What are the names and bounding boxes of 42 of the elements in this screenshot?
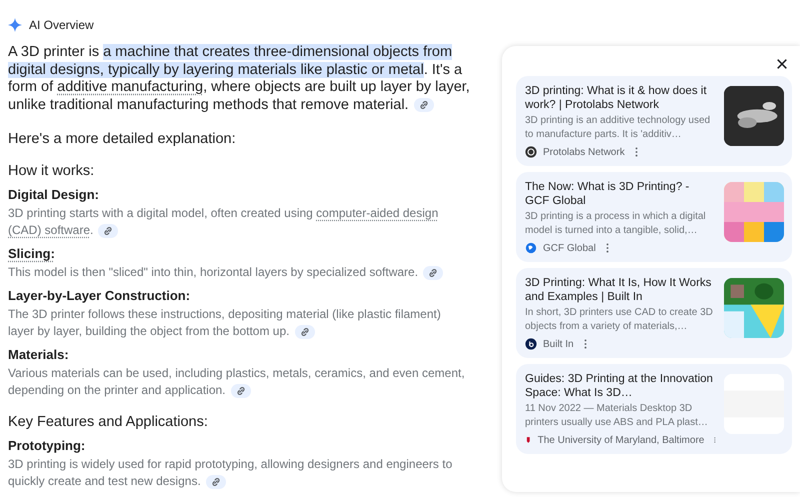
item-title: Slicing: [8, 245, 55, 262]
site-name[interactable]: GCF Global [543, 242, 596, 254]
intro-paragraph: A 3D printer is a machine that creates three-dimensional objects from digital designs, typically by layering materials like plastic or metal. It's a form of additive manufacturing, where objects are built up layer by layer, unlike traditional manufacturing methods that remove material. [8, 44, 470, 114]
source-snippet: 11 Nov 2022 — Materials Desktop 3D printers usually use ABS and PLA plast… [525, 402, 709, 430]
item-text: 3D printing starts with a digital model, often created using computer-aided design (CAD) software. [8, 205, 440, 239]
more-icon[interactable] [606, 243, 609, 253]
link-icon[interactable] [230, 384, 250, 398]
link-icon[interactable] [98, 224, 118, 238]
more-icon[interactable] [634, 147, 638, 157]
item-title: Digital Design: [8, 186, 100, 203]
link-icon[interactable] [414, 98, 434, 112]
site-name[interactable]: Built In [543, 338, 574, 350]
source-snippet: In short, 3D printers use CAD to create 3D objects from a variety of materials,… [525, 306, 714, 334]
close-icon[interactable] [776, 58, 788, 70]
item-title: Prototyping: [8, 437, 86, 454]
source-title[interactable]: Guides: 3D Printing at the Innovation Space: What Is 3D… [525, 372, 716, 400]
item-title: Layer-by-Layer Construction: [8, 287, 190, 304]
link-icon[interactable] [206, 474, 226, 489]
section-heading: How it works: [8, 162, 96, 180]
lead-text: Here's a more detailed explanation: [8, 130, 237, 148]
item-text: Various materials can be used, including plastics, metals, ceramics, and even cement, depending on the printer and application. [8, 365, 466, 399]
source-card[interactable]: Guides: 3D Printing at the Innovation Space: What Is 3D… 11 Nov 2022 — Materials Desktop 3D printers usually use ABS and PLA plast… The University of Maryland, Baltimore [516, 364, 792, 454]
item-text: 3D printing is widely used for rapid prototyping, allowing designers and engineers to quickly create and test new designs. [8, 456, 454, 490]
site-name[interactable]: The University of Maryland, Baltimore [538, 434, 704, 446]
source-snippet: 3D printing is a process in which a digital model is turned into a tangible, solid,… [525, 210, 707, 238]
source-title[interactable]: 3D Printing: What It Is, How It Works and Examples | Built In [525, 276, 716, 304]
item-text: This model is then "sliced" into thin, horizontal layers by specialized software. [8, 264, 470, 281]
source-snippet: 3D printing is an additive technology used to manufacture parts. It is 'additiv… [525, 114, 712, 142]
more-icon[interactable] [584, 339, 587, 349]
source-card[interactable]: 3D Printing: What It Is, How It Works and Examples | Built In In short, 3D printers use CAD to create 3D objects from a variety of materials,… Built In [516, 268, 792, 358]
source-title[interactable]: The Now: What is 3D Printing? - GCF Global [525, 180, 716, 208]
sparkle-icon [8, 18, 22, 32]
item-title: Materials: [8, 346, 69, 363]
source-title[interactable]: 3D printing: What is it & how does it work? | Protolabs Network [525, 84, 716, 112]
site-name[interactable]: Protolabs Network [543, 146, 625, 158]
source-card[interactable]: The Now: What is 3D Printing? - GCF Global 3D printing is a process in which a digital model is turned into a tangible, solid,… GCF Global [516, 172, 792, 262]
link-icon[interactable] [294, 324, 314, 339]
section-heading: Key Features and Applications: [8, 413, 209, 431]
item-text: The 3D printer follows these instructions, depositing material (like plastic filament) layer by layer, building the object from the bottom up. [8, 306, 442, 340]
link-icon[interactable] [423, 266, 444, 280]
source-card[interactable]: 3D printing: What is it & how does it work? | Protolabs Network 3D printing is an additive technology used to manufacture parts. It is 'additiv… Protolabs Network [516, 76, 792, 166]
overview-title: AI Overview [29, 18, 94, 32]
